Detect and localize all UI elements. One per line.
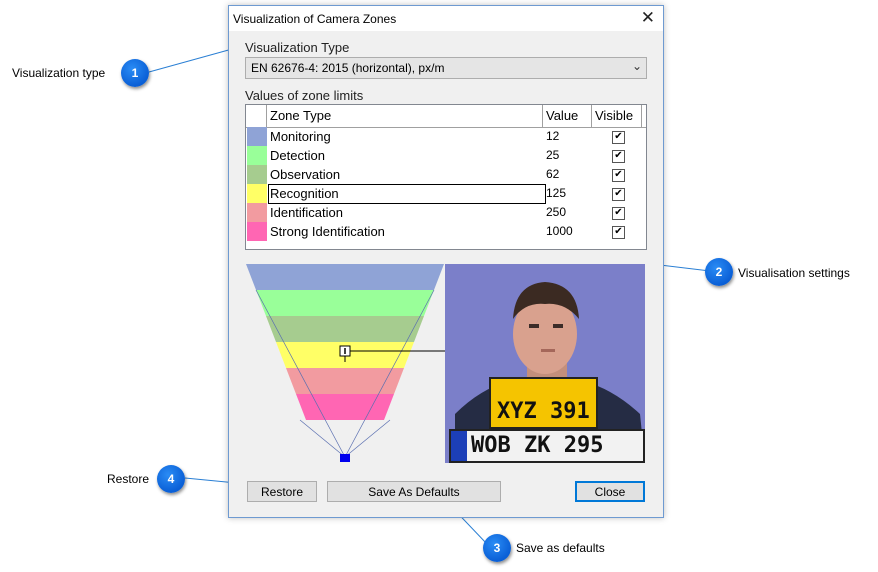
zone-limits-table: Zone Type Value Visible Monitoring 12 ✔ Det…: [245, 104, 647, 250]
table-row[interactable]: Strong Identification 1000 ✔: [246, 222, 646, 241]
camera-zones-dialog: Visualization of Camera Zones ✕ Visualiz…: [228, 5, 664, 518]
zone-color-swatch[interactable]: [247, 127, 267, 146]
funnel-band-identification: [286, 368, 404, 394]
zone-color-swatch[interactable]: [247, 203, 267, 222]
zone-name-cell[interactable]: Recognition: [270, 186, 339, 201]
white-plate-text: WOB ZK 295: [471, 433, 604, 458]
visible-checkbox[interactable]: ✔: [612, 169, 625, 182]
zone-value-cell[interactable]: 250: [546, 205, 566, 219]
visible-checkbox[interactable]: ✔: [612, 226, 625, 239]
visible-checkbox[interactable]: ✔: [612, 131, 625, 144]
zone-color-swatch[interactable]: [247, 146, 267, 165]
callout-badge-2: 2: [705, 258, 733, 286]
table-header: Zone Type Value Visible: [246, 105, 646, 128]
header-color-column: [246, 105, 267, 127]
header-visible[interactable]: Visible: [592, 105, 642, 127]
zone-limits-label: Values of zone limits: [245, 88, 364, 103]
header-zone-type[interactable]: Zone Type: [267, 105, 543, 127]
visible-checkbox[interactable]: ✔: [612, 207, 625, 220]
zone-name-cell[interactable]: Identification: [270, 205, 343, 220]
table-row[interactable]: Identification 250 ✔: [246, 203, 646, 222]
table-row[interactable]: Recognition 125 ✔: [246, 184, 646, 204]
close-icon[interactable]: ✕: [641, 8, 655, 28]
callout-label-visualisation-settings: Visualisation settings: [738, 266, 850, 280]
visualization-type-select[interactable]: EN 62676-4: 2015 (horizontal), px/m ⌄: [245, 57, 647, 79]
callout-badge-3: 3: [483, 534, 511, 562]
chevron-down-icon[interactable]: ⌄: [632, 59, 642, 73]
zone-name-cell[interactable]: Observation: [270, 167, 340, 182]
visualization-type-value: EN 62676-4: 2015 (horizontal), px/m: [251, 61, 445, 75]
close-button[interactable]: Close: [575, 481, 645, 502]
white-license-plate: WOB ZK 295: [449, 429, 645, 463]
visible-checkbox[interactable]: ✔: [612, 150, 625, 163]
restore-button[interactable]: Restore: [247, 481, 317, 502]
zone-name-cell[interactable]: Detection: [270, 148, 325, 163]
save-as-defaults-button[interactable]: Save As Defaults: [327, 481, 501, 502]
callout-badge-4: 4: [157, 465, 185, 493]
zone-color-swatch[interactable]: [247, 222, 267, 241]
funnel-band-detection: [256, 290, 434, 316]
funnel-band-strong-identification: [296, 394, 394, 420]
zone-name-cell[interactable]: Monitoring: [270, 129, 331, 144]
zone-value-cell[interactable]: 62: [546, 167, 559, 181]
yellow-plate-text: XYZ 391: [497, 399, 590, 424]
funnel-band-observation: [266, 316, 424, 342]
funnel-band-monitoring: [246, 264, 444, 290]
table-row[interactable]: Detection 25 ✔: [246, 146, 646, 165]
camera-icon: [340, 454, 350, 462]
visualization-type-label: Visualization Type: [245, 40, 350, 55]
zone-value-cell[interactable]: 12: [546, 129, 559, 143]
zone-value-cell[interactable]: 25: [546, 148, 559, 162]
sample-preview-image: XYZ 391 WOB ZK 295: [445, 264, 645, 463]
visible-checkbox[interactable]: ✔: [612, 188, 625, 201]
table-row[interactable]: Observation 62 ✔: [246, 165, 646, 184]
title-bar: Visualization of Camera Zones ✕: [229, 6, 663, 31]
zone-name-cell[interactable]: Strong Identification: [270, 224, 385, 239]
callout-label-save-defaults: Save as defaults: [516, 541, 605, 555]
callout-badge-1: 1: [121, 59, 149, 87]
zone-color-swatch[interactable]: [247, 165, 267, 184]
zone-value-cell[interactable]: 125: [546, 186, 566, 200]
header-value[interactable]: Value: [543, 105, 592, 127]
zone-funnel-diagram: [246, 264, 445, 462]
zone-color-swatch[interactable]: [247, 184, 267, 203]
yellow-license-plate: XYZ 391: [489, 377, 598, 429]
table-row[interactable]: Monitoring 12 ✔: [246, 127, 646, 146]
dialog-title: Visualization of Camera Zones: [233, 12, 397, 26]
callout-label-restore: Restore: [107, 472, 150, 486]
eu-band-icon: [451, 431, 467, 461]
callout-label-visualization-type: Visualization type: [12, 66, 106, 80]
zone-value-cell[interactable]: 1000: [546, 224, 573, 238]
